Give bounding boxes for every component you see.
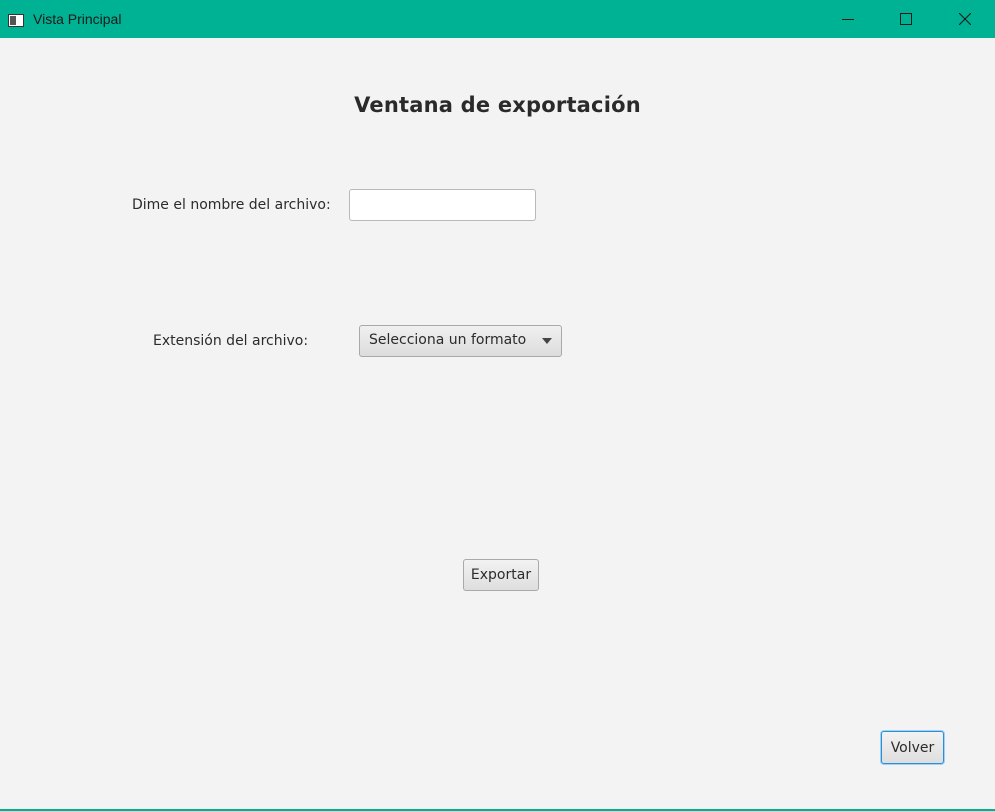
close-button[interactable] [936,0,994,38]
maximize-icon [900,13,912,25]
app-window: Vista Principal Ventana de exportación D… [0,0,995,811]
extension-label: Extensión del archivo: [153,333,309,349]
minimize-icon [842,13,854,25]
filename-input[interactable] [349,189,536,221]
page-title: Ventana de exportación [354,93,641,117]
close-icon [959,13,971,25]
back-button[interactable]: Volver [881,731,944,764]
extension-select-value: Selecciona un formato [369,332,527,348]
app-window-icon [8,12,24,27]
export-button[interactable]: Exportar [463,559,539,591]
maximize-button[interactable] [877,0,935,38]
minimize-button[interactable] [819,0,877,38]
title-bar[interactable]: Vista Principal [0,0,995,38]
chevron-down-icon [542,338,552,344]
window-title: Vista Principal [33,11,122,27]
filename-label: Dime el nombre del archivo: [132,197,331,213]
extension-select[interactable]: Selecciona un formato [359,325,562,357]
